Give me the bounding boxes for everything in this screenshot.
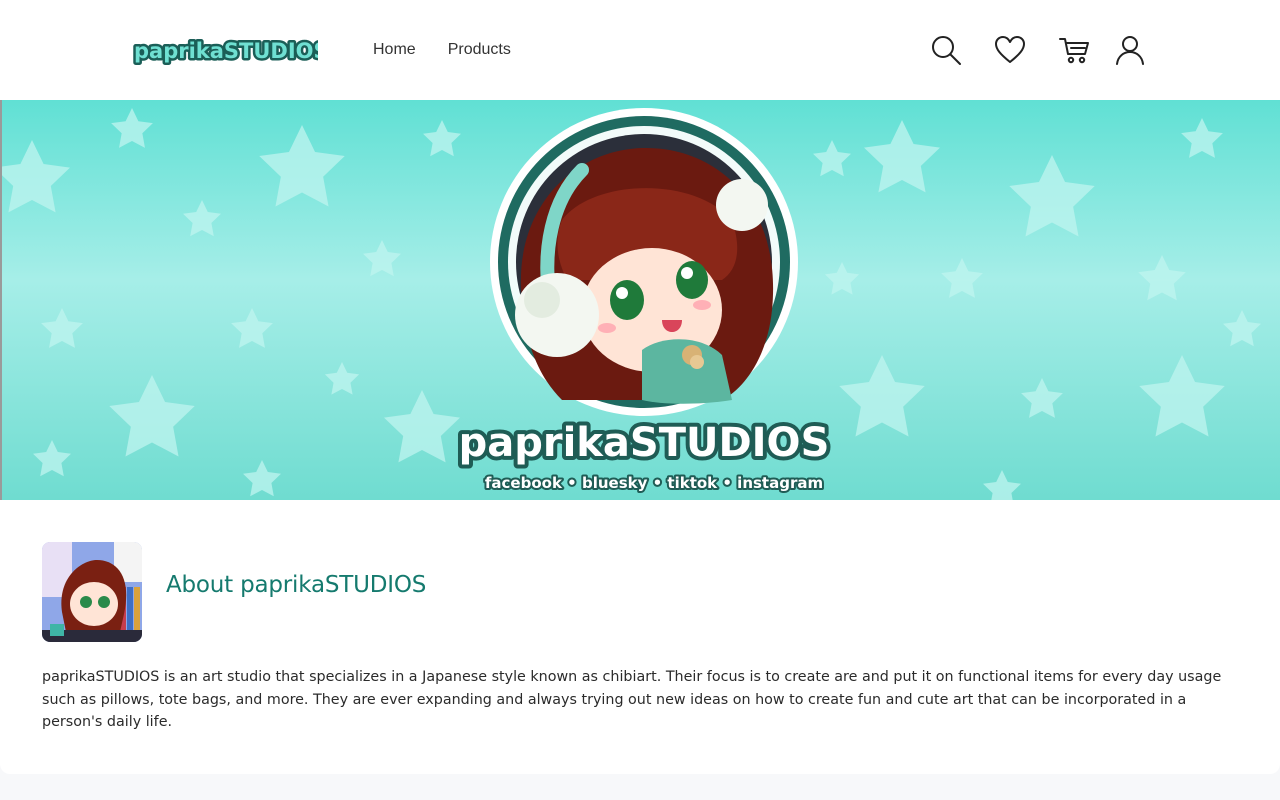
- hero-banner: paprikaSTUDIOS paprikaSTUDIOS facebook •…: [0, 100, 1280, 500]
- chibi-portrait-badge: [490, 108, 798, 416]
- main-nav: Home Products: [373, 40, 511, 60]
- about-section: About paprikaSTUDIOS paprikaSTUDIOS is a…: [0, 500, 1280, 774]
- header-actions: [928, 32, 1148, 68]
- about-description: paprikaSTUDIOS is an art studio that spe…: [42, 669, 1222, 730]
- banner-brand-text: paprikaSTUDIOS paprikaSTUDIOS facebook •…: [455, 416, 834, 494]
- about-title: About paprikaSTUDIOS: [166, 572, 427, 598]
- studio-avatar-image: [42, 542, 142, 642]
- search-icon[interactable]: [928, 32, 964, 68]
- svg-text:paprikaSTUDIOS: paprikaSTUDIOS: [459, 420, 830, 466]
- nav-home-link[interactable]: Home: [373, 40, 416, 60]
- paprikastudios-logo[interactable]: paprikaSTUDIOS paprikaSTUDIOS: [132, 34, 318, 66]
- cart-icon[interactable]: [1056, 32, 1092, 68]
- user-icon[interactable]: [1112, 32, 1148, 68]
- nav-products-link[interactable]: Products: [448, 40, 511, 60]
- svg-text:facebook • bluesky • tiktok •: facebook • bluesky • tiktok • instagram: [485, 474, 823, 492]
- heart-icon[interactable]: [992, 32, 1028, 68]
- site-header: paprikaSTUDIOS paprikaSTUDIOS Home Produ…: [0, 0, 1280, 100]
- svg-text:paprikaSTUDIOS: paprikaSTUDIOS: [134, 39, 318, 63]
